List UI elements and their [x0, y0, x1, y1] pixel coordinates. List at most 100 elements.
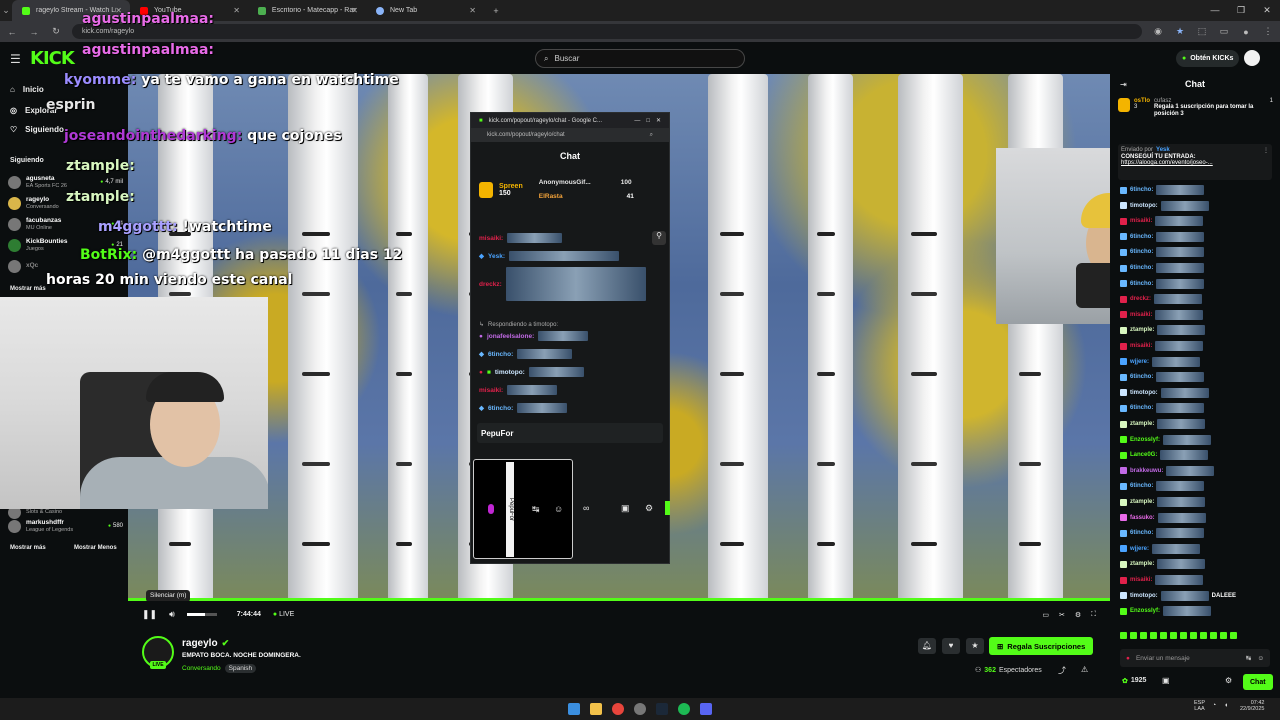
show-less-link[interactable]: Mostrar Menos	[74, 545, 117, 551]
users-icon[interactable]: ∞	[583, 503, 589, 513]
report-icon[interactable]: ⚠	[1081, 665, 1088, 674]
language-tag[interactable]: Spanish	[224, 664, 257, 673]
clip-icon[interactable]: ✂	[1059, 611, 1065, 619]
gift-icon[interactable]: ▣	[621, 503, 630, 514]
chat-username[interactable]: timotopo:	[1130, 203, 1158, 209]
close-tab-icon[interactable]: ✕	[233, 6, 240, 15]
emote-icon[interactable]	[1210, 632, 1217, 639]
sidebar-item-following[interactable]: ♡ Siguiendo	[10, 125, 64, 134]
discord-icon[interactable]	[700, 703, 712, 715]
translate-icon[interactable]: ↹	[532, 504, 540, 515]
chat-username[interactable]: misaiki:	[1130, 577, 1152, 583]
emote-icon[interactable]	[1180, 632, 1187, 639]
volume-slider[interactable]	[186, 613, 217, 616]
chat-username[interactable]: 6tincho:	[1130, 483, 1153, 489]
emote-icon[interactable]	[1120, 632, 1127, 639]
category-link[interactable]: Conversando	[182, 665, 221, 672]
show-more-link-top[interactable]: Mostrar más	[10, 286, 46, 292]
chat-username[interactable]: 6tincho:	[1130, 234, 1153, 240]
chat-username[interactable]: Lance0G:	[1130, 452, 1157, 458]
chat-username[interactable]: ztample:	[1130, 561, 1154, 567]
chat-username[interactable]: ztample:	[1130, 421, 1154, 427]
emote-icon[interactable]	[1230, 632, 1237, 639]
theater-mode-icon[interactable]: ▭	[1042, 611, 1049, 619]
emote-icon[interactable]	[1170, 632, 1177, 639]
chat-username[interactable]: Enzosslyf:	[1130, 608, 1160, 614]
extension-icon[interactable]: ⬚	[1196, 26, 1208, 37]
hamburger-menu-icon[interactable]: ☰	[10, 52, 21, 66]
share-icon[interactable]: ⤴	[1058, 665, 1066, 676]
emoji-icon[interactable]: ☺	[1257, 655, 1264, 662]
chat-username[interactable]: wjjere:	[1130, 359, 1149, 365]
emote-icon[interactable]	[1130, 632, 1137, 639]
chat-username[interactable]: timotopo:	[1130, 593, 1158, 599]
maximize-icon[interactable]: ❐	[1228, 5, 1254, 16]
gift-icon[interactable]: ▣	[1162, 676, 1170, 685]
emote-icon[interactable]	[1140, 632, 1147, 639]
send-chat-button[interactable]: Chat	[1243, 674, 1273, 690]
chat-username[interactable]: Enzosslyf:	[1130, 437, 1160, 443]
minimize-icon[interactable]: —	[1202, 5, 1228, 16]
eye-icon[interactable]: ◉	[1152, 26, 1164, 37]
steam-icon[interactable]	[656, 703, 668, 715]
chat-username[interactable]: brakkeuwu:	[1130, 468, 1163, 474]
more-icon[interactable]: ⋮	[1263, 147, 1269, 154]
chat-username[interactable]: fassuko:	[1130, 515, 1155, 521]
chat-input[interactable]: ● Enviar un mensaje ↹ ☺	[1120, 649, 1270, 667]
chat-username[interactable]: 6tincho:	[1130, 265, 1153, 271]
user-avatar[interactable]	[1244, 50, 1260, 66]
emote-icon[interactable]	[1190, 632, 1197, 639]
maximize-icon[interactable]: □	[646, 118, 650, 124]
tab-search-icon[interactable]: ⌄	[0, 5, 12, 16]
show-more-link[interactable]: Mostrar más	[10, 545, 46, 551]
channel-points[interactable]: ✿ 1925	[1122, 677, 1146, 685]
windows-start-icon[interactable]	[568, 703, 580, 715]
kick-logo[interactable]: KICK	[30, 48, 75, 69]
chat-username[interactable]: dreckz:	[1130, 296, 1151, 302]
settings-icon[interactable]: ⚙	[1075, 611, 1081, 619]
chat-username[interactable]: timotopo:	[1130, 390, 1158, 396]
follow-heart-icon[interactable]: ♥	[942, 638, 960, 654]
spotify-icon[interactable]	[678, 703, 690, 715]
search-input[interactable]: ⌕ Buscar	[535, 49, 745, 68]
sidepanel-icon[interactable]: ▭	[1218, 26, 1230, 37]
chat-username[interactable]: ztample:	[1130, 499, 1154, 505]
volume-icon[interactable]: 🔊︎	[169, 609, 175, 620]
emoji-icon[interactable]: ☺	[554, 504, 563, 514]
new-tab-icon[interactable]: +	[490, 6, 502, 16]
obs-icon[interactable]	[634, 703, 646, 715]
obtain-kicks-button[interactable]: ● Obtén KICKs	[1176, 50, 1240, 67]
chrome-icon[interactable]	[612, 703, 624, 715]
chat-username[interactable]: ztample:	[1130, 327, 1154, 333]
emote-icon[interactable]	[1160, 632, 1167, 639]
back-icon[interactable]: ←	[6, 27, 18, 37]
wifi-icon[interactable]: ◔	[1212, 702, 1216, 709]
file-explorer-icon[interactable]	[590, 703, 602, 715]
chat-username[interactable]: misaiki:	[1130, 312, 1152, 318]
keyboard-language[interactable]: ESP LAA	[1194, 700, 1205, 712]
chat-username[interactable]: 6tincho:	[1130, 249, 1153, 255]
close-window-icon[interactable]: ✕	[1254, 5, 1280, 16]
tab-matecapp[interactable]: Escritorio - Matecapp - Ranking ✕	[248, 0, 366, 21]
chat-username[interactable]: misaiki:	[1130, 218, 1152, 224]
url-input[interactable]: kick.com/rageylo	[72, 24, 1142, 39]
tab-new[interactable]: New Tab ✕	[366, 0, 484, 21]
chat-username[interactable]: wjjere:	[1130, 546, 1149, 552]
emote-icon[interactable]	[1200, 632, 1207, 639]
emote-icon[interactable]	[1220, 632, 1227, 639]
notification-bell-icon[interactable]: 🔔︎	[918, 638, 936, 654]
zoom-icon[interactable]: ⌕	[650, 132, 653, 139]
popout-chat-input[interactable]: PepuFor	[477, 423, 663, 443]
menu-dots-icon[interactable]: ⋮	[1262, 26, 1274, 37]
minimize-icon[interactable]: —	[634, 118, 640, 124]
forward-icon[interactable]: →	[28, 27, 40, 37]
chat-username[interactable]: misaiki:	[1130, 343, 1152, 349]
bookmark-star-icon[interactable]: ★	[1174, 26, 1186, 37]
close-window-icon[interactable]: ✕	[656, 117, 661, 124]
pin-icon[interactable]: ⚲	[652, 231, 666, 245]
translate-icon[interactable]: ↹	[1246, 654, 1251, 662]
chat-username[interactable]: 6tincho:	[1130, 374, 1153, 380]
chat-username[interactable]: 6tincho:	[1130, 281, 1153, 287]
fullscreen-icon[interactable]: ⛶	[1091, 611, 1096, 619]
chat-username[interactable]: 6tincho:	[1130, 187, 1153, 193]
